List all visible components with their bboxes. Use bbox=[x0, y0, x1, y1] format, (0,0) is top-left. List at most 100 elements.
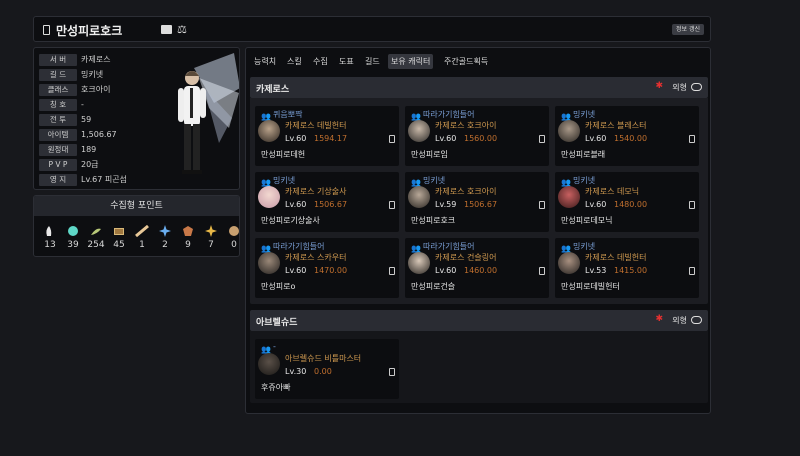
character-level: Lv.53 bbox=[585, 266, 607, 275]
profile-panel: 서 버 카제로스 길 드 밍키넷 클래스 호크아이 칭 호 - 전 투 59 아… bbox=[33, 47, 240, 190]
character-portrait bbox=[558, 186, 580, 208]
mokoko-seed-icon bbox=[46, 226, 52, 236]
character-header: 만성피로호크 ⚖ 정보 갱신 bbox=[33, 16, 711, 42]
info-value: 189 bbox=[81, 145, 97, 154]
character-nickname: 후쥬아빠 bbox=[261, 383, 291, 392]
server-class: 카제로스 데빌헌터 bbox=[585, 253, 647, 262]
server-section-header: 아브렐슈드 ✱ 외형 bbox=[250, 310, 708, 331]
bookmark-icon[interactable] bbox=[43, 25, 50, 35]
collect-value: 254 bbox=[87, 240, 105, 250]
tab-chart[interactable]: 도표 bbox=[336, 54, 357, 69]
refresh-info-button[interactable]: 정보 갱신 bbox=[672, 24, 704, 35]
guild-name: 밍키넷 bbox=[573, 176, 596, 185]
character-portrait bbox=[258, 353, 280, 375]
character-portrait bbox=[558, 120, 580, 142]
guild-name: 밍키넷 bbox=[273, 176, 296, 185]
item-level: 1506.67 bbox=[464, 200, 498, 209]
character-card[interactable]: 👥 - 아브렐슈드 비틀마스터 Lv.30 0.00 후쥬아빠 bbox=[255, 339, 399, 399]
info-key: 아이템 bbox=[39, 129, 77, 141]
server-class: 카제로스 기상술사 bbox=[285, 187, 347, 196]
id-card-icon[interactable] bbox=[161, 25, 172, 34]
tab-skills[interactable]: 스킬 bbox=[284, 54, 305, 69]
orpheus-star-icon bbox=[205, 225, 217, 237]
guild-name: 따라가기힘들어 bbox=[423, 242, 475, 251]
copy-icon[interactable] bbox=[539, 135, 545, 143]
guild-name: 밍키넷 bbox=[573, 110, 596, 119]
collect-value: 1 bbox=[139, 240, 145, 250]
guild-name: 따라가기힘들어 bbox=[273, 242, 325, 251]
guild-name: 밍키넷 bbox=[573, 242, 596, 251]
character-card[interactable]: 👥 따라가기힘들어 카제로스 스카우터 Lv.60 1470.00 만성피로o bbox=[255, 238, 399, 298]
medal-icon bbox=[229, 226, 239, 236]
info-value: Lv.67 피곤섬 bbox=[81, 175, 127, 184]
copy-icon[interactable] bbox=[689, 201, 695, 209]
character-card[interactable]: 👥 밍키넷 카제로스 블레스터 Lv.60 1540.00 만성피로블래 bbox=[555, 106, 699, 166]
item-level: 0.00 bbox=[314, 367, 332, 376]
character-portrait bbox=[558, 252, 580, 274]
character-level: Lv.60 bbox=[285, 200, 307, 209]
copy-icon[interactable] bbox=[689, 135, 695, 143]
collect-value: 0 bbox=[231, 240, 237, 250]
character-portrait bbox=[408, 120, 430, 142]
character-level: Lv.60 bbox=[585, 200, 607, 209]
ignea-token-icon bbox=[135, 225, 149, 237]
character-card[interactable]: 👥 따라가기힘들어 카제로스 호크아이 Lv.60 1560.00 만성피로임 bbox=[405, 106, 549, 166]
copy-icon[interactable] bbox=[539, 201, 545, 209]
info-value: 밍키넷 bbox=[81, 70, 104, 79]
guild-name: 따라가기힘들어 bbox=[423, 110, 475, 119]
scale-icon[interactable]: ⚖ bbox=[177, 23, 187, 36]
guild-name: 퀴음뽀짝 bbox=[273, 110, 303, 119]
character-portrait bbox=[408, 252, 430, 274]
item-level: 1506.67 bbox=[314, 200, 348, 209]
character-level: Lv.60 bbox=[435, 266, 457, 275]
item-level: 1480.00 bbox=[614, 200, 648, 209]
item-level: 1540.00 bbox=[614, 134, 648, 143]
star-icon: ✱ bbox=[655, 314, 663, 324]
info-value: 카제로스 bbox=[81, 55, 111, 64]
copy-icon[interactable] bbox=[389, 368, 395, 376]
character-card[interactable]: 👥 밍키넷 카제로스 기상술사 Lv.60 1506.67 만성피로기상술사 bbox=[255, 172, 399, 232]
server-name: 카제로스 bbox=[256, 85, 290, 95]
exclude-appearance-label: 외형 bbox=[672, 316, 687, 325]
toggle-switch[interactable] bbox=[691, 83, 702, 91]
character-card[interactable]: 👥 밍키넷 카제로스 호크아이 Lv.59 1506.67 만성피로호크 bbox=[405, 172, 549, 232]
character-card[interactable]: 👥 밍키넷 카제로스 데모닉 Lv.60 1480.00 만성피로데모닉 bbox=[555, 172, 699, 232]
info-value: 호크아이 bbox=[81, 85, 111, 94]
info-key: 서 버 bbox=[39, 54, 77, 66]
info-value: 1,506.67 bbox=[81, 130, 117, 139]
tab-guild[interactable]: 길드 bbox=[362, 54, 383, 69]
tab-weekly-gold[interactable]: 주간골드획득 bbox=[441, 54, 491, 69]
character-portrait bbox=[258, 120, 280, 142]
character-card[interactable]: 👥 밍키넷 카제로스 데빌헌터 Lv.53 1415.00 만성피로데빌헌터 bbox=[555, 238, 699, 298]
character-grid: 👥 - 아브렐슈드 비틀마스터 Lv.30 0.00 후쥬아빠 bbox=[250, 331, 708, 403]
item-level: 1415.00 bbox=[614, 266, 648, 275]
info-key: 영 지 bbox=[39, 174, 77, 186]
collection-points-title: 수집형 포인트 bbox=[34, 196, 239, 216]
character-level: Lv.59 bbox=[435, 200, 457, 209]
copy-icon[interactable] bbox=[539, 267, 545, 275]
item-level: 1594.17 bbox=[314, 134, 348, 143]
copy-icon[interactable] bbox=[389, 201, 395, 209]
copy-icon[interactable] bbox=[389, 267, 395, 275]
server-class: 카제로스 건슬링어 bbox=[435, 253, 497, 262]
tab-collection[interactable]: 수집 bbox=[310, 54, 331, 69]
tab-stats[interactable]: 능력치 bbox=[251, 54, 279, 69]
copy-icon[interactable] bbox=[389, 135, 395, 143]
collect-value: 39 bbox=[67, 240, 79, 250]
tab-owned-characters[interactable]: 보유 캐릭터 bbox=[388, 54, 434, 69]
character-nickname: 만성피로데헌 bbox=[261, 150, 306, 159]
voyage-star-icon bbox=[159, 225, 171, 237]
toggle-switch[interactable] bbox=[691, 316, 702, 324]
character-card[interactable]: 👥 따라가기힘들어 카제로스 건슬링어 Lv.60 1460.00 만성피로건슬 bbox=[405, 238, 549, 298]
art-piece-icon bbox=[114, 228, 124, 235]
character-level: Lv.60 bbox=[285, 266, 307, 275]
copy-icon[interactable] bbox=[689, 267, 695, 275]
guild-name: - bbox=[273, 342, 276, 351]
character-nickname: 만성피로건슬 bbox=[411, 282, 456, 291]
character-card[interactable]: 👥 퀴음뽀짝 카제로스 데빌헌터 Lv.60 1594.17 만성피로데헌 bbox=[255, 106, 399, 166]
collect-value: 13 bbox=[44, 240, 56, 250]
character-level: Lv.60 bbox=[285, 134, 307, 143]
server-class: 카제로스 스카우터 bbox=[285, 253, 347, 262]
item-level: 1460.00 bbox=[464, 266, 498, 275]
character-nickname: 만성피로호크 bbox=[411, 216, 456, 225]
